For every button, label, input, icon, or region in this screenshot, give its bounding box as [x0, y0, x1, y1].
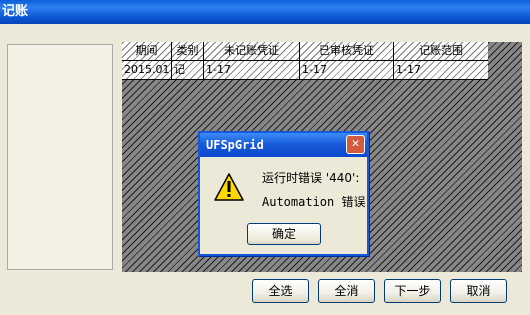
deselect-all-button[interactable]: 全消	[318, 279, 375, 303]
column-header-unposted[interactable]: 未记账凭证	[204, 42, 300, 60]
error-message: 运行时错误 '440':	[262, 171, 360, 185]
cell-unposted[interactable]: 1-17	[204, 61, 300, 79]
column-header-category[interactable]: 类别	[172, 42, 204, 60]
grid-header-row: 期间 类别 未记账凭证 已审核凭证 记账范围	[122, 42, 488, 61]
window-title: 记账	[2, 4, 29, 19]
cell-period[interactable]: 2015.01	[122, 61, 172, 79]
ok-button[interactable]: 确定	[247, 223, 321, 245]
error-dialog: UFSpGrid ✕ 运行时错误 '440': Automation 错误 确定	[198, 131, 369, 256]
cell-range[interactable]: 1-17	[394, 61, 488, 79]
next-button[interactable]: 下一步	[384, 279, 441, 303]
close-icon[interactable]: ✕	[346, 135, 365, 154]
column-header-range[interactable]: 记账范围	[394, 42, 488, 60]
error-detail: Automation 错误	[262, 195, 366, 209]
column-header-audited[interactable]: 已审核凭证	[300, 42, 394, 60]
left-list-panel[interactable]	[7, 44, 113, 270]
select-all-button[interactable]: 全选	[252, 279, 309, 303]
warning-icon	[214, 173, 244, 201]
cancel-button[interactable]: 取消	[450, 279, 507, 303]
table-row[interactable]: 2015.01 记 1-17 1-17 1-17	[122, 61, 488, 80]
cell-category[interactable]: 记	[172, 61, 204, 79]
dialog-titlebar[interactable]: UFSpGrid ✕	[200, 133, 367, 157]
window-titlebar[interactable]: 记账	[0, 0, 530, 24]
dialog-title: UFSpGrid	[206, 138, 264, 152]
column-header-period[interactable]: 期间	[122, 42, 172, 60]
cell-audited[interactable]: 1-17	[300, 61, 394, 79]
